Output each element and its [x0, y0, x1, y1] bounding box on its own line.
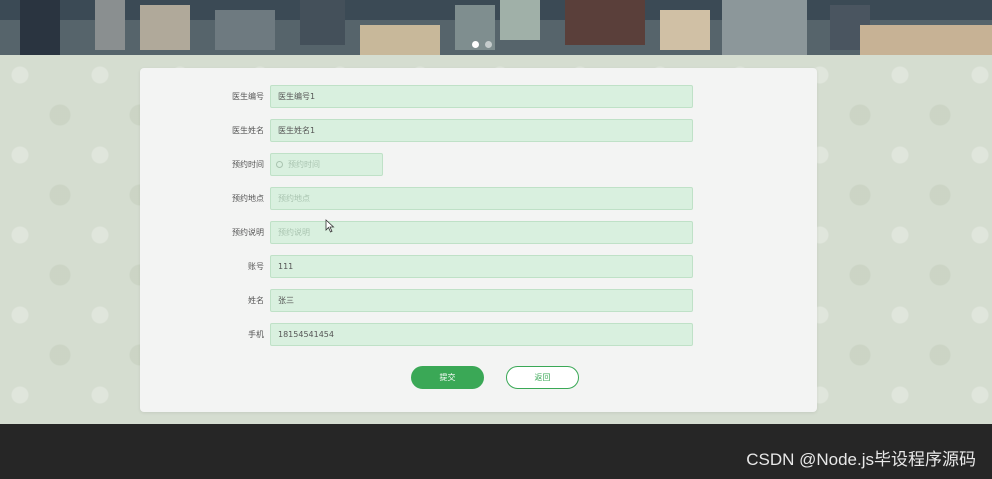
carousel-dot-2[interactable]	[485, 41, 492, 48]
back-button[interactable]: 返回	[506, 366, 579, 389]
mouse-cursor-icon	[325, 219, 335, 233]
top-banner-carousel	[0, 0, 992, 55]
form-row-doctor-id: 医生编号 医生编号1	[140, 85, 817, 108]
city-skyline-image	[0, 0, 992, 55]
carousel-indicators[interactable]	[472, 41, 492, 48]
appointment-time-label: 预约时间	[232, 160, 264, 169]
form-row-name: 姓名 张三	[140, 289, 817, 312]
appointment-time-placeholder: 预约时间	[288, 160, 320, 169]
appointment-location-input[interactable]: 预约地点	[270, 187, 693, 210]
form-row-appointment-note: 预约说明 预约说明	[140, 221, 817, 244]
account-label: 账号	[248, 262, 264, 271]
form-row-doctor-name: 医生姓名 医生姓名1	[140, 119, 817, 142]
appointment-form: 医生编号 医生编号1 医生姓名 医生姓名1 预约时间 预约时间 预约地点 预约地…	[140, 68, 817, 412]
doctor-name-label: 医生姓名	[232, 126, 264, 135]
csdn-watermark: CSDN @Node.js毕设程序源码	[746, 450, 976, 469]
appointment-location-label: 预约地点	[232, 194, 264, 203]
doctor-name-input[interactable]: 医生姓名1	[270, 119, 693, 142]
doctor-id-input[interactable]: 医生编号1	[270, 85, 693, 108]
appointment-note-label: 预约说明	[232, 228, 264, 237]
appointment-time-picker[interactable]: 预约时间	[270, 153, 383, 176]
page-footer: CSDN @Node.js毕设程序源码	[0, 424, 992, 479]
doctor-id-label: 医生编号	[232, 92, 264, 101]
clock-icon	[276, 161, 283, 168]
name-label: 姓名	[248, 296, 264, 305]
phone-input[interactable]: 18154541454	[270, 323, 693, 346]
form-row-phone: 手机 18154541454	[140, 323, 817, 346]
form-row-appointment-time: 预约时间 预约时间	[140, 153, 817, 176]
form-row-account: 账号 111	[140, 255, 817, 278]
carousel-dot-1[interactable]	[472, 41, 479, 48]
account-input[interactable]: 111	[270, 255, 693, 278]
form-row-appointment-location: 预约地点 预约地点	[140, 187, 817, 210]
phone-label: 手机	[248, 330, 264, 339]
submit-button[interactable]: 提交	[411, 366, 484, 389]
name-input[interactable]: 张三	[270, 289, 693, 312]
